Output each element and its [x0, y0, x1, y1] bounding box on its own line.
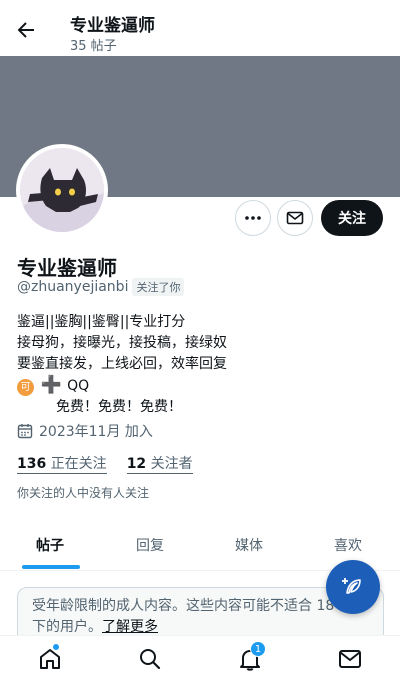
page-title: 专业鉴逼师: [70, 16, 155, 36]
mutual-followers-text: 你关注的人中没有人关注: [17, 486, 150, 500]
tab-media[interactable]: 媒体: [235, 535, 263, 555]
post-count: 35 帖子: [70, 39, 117, 54]
envelope-icon: [286, 211, 304, 225]
active-tab-indicator: [22, 565, 80, 569]
profile-handle: @zhuanyejianbi: [17, 279, 129, 295]
bio-line: 免费！免费！免费！: [56, 399, 182, 415]
avatar[interactable]: [16, 144, 108, 236]
learn-more-link[interactable]: 了解更多: [102, 619, 158, 635]
contact-text: QQ: [67, 378, 90, 394]
follow-stats: 136 正在关注 12 关注者: [17, 453, 193, 474]
feather-plus-icon: [342, 578, 361, 594]
bio-line: 要鉴直接发，上线必回，效率回复: [17, 356, 227, 372]
more-dots-icon: [245, 216, 261, 220]
messages-envelope-icon[interactable]: [337, 646, 363, 672]
tab-replies[interactable]: 回复: [136, 535, 164, 555]
coin-emoji-icon: 可: [17, 379, 34, 396]
home-unread-dot: [53, 644, 59, 650]
notification-badge: 1: [250, 641, 266, 657]
back-arrow-icon[interactable]: [14, 18, 38, 42]
followers-count: 12: [126, 456, 147, 472]
tab-posts[interactable]: 帖子: [36, 535, 64, 555]
profile-name: 专业鉴逼师: [17, 256, 117, 280]
bottom-nav: 1: [0, 635, 400, 680]
profile-bio: 鉴逼||鉴胸||鉴臀||专业打分 接母狗，接曝光，接投稿，接绿奴 要鉴直接发，上…: [17, 312, 387, 418]
plus-emoji-icon: ➕: [40, 375, 62, 395]
join-date-text: 2023年11月 加入: [39, 424, 153, 440]
handle-row: @zhuanyejianbi 关注了你: [17, 278, 185, 296]
home-icon[interactable]: [37, 646, 63, 672]
follow-button[interactable]: 关注: [321, 200, 383, 236]
following-link[interactable]: 136 正在关注: [17, 453, 107, 474]
tab-likes[interactable]: 喜欢: [334, 535, 362, 555]
following-label: 正在关注: [50, 456, 107, 472]
top-bar: 专业鉴逼师 35 帖子: [0, 0, 400, 56]
followers-link[interactable]: 12 关注者: [126, 453, 193, 474]
bio-contact-line: 可 ➕ QQ: [17, 375, 387, 397]
follows-you-badge: 关注了你: [132, 278, 185, 296]
bio-line: 鉴逼||鉴胸||鉴臀||专业打分: [17, 314, 186, 330]
followers-label: 关注者: [150, 456, 193, 472]
more-options-button[interactable]: [235, 200, 271, 236]
notice-text: 受年龄限制的成人内容。这些内容可能不适合 18 岁以下的用户。: [32, 598, 367, 635]
bio-line: 接母狗，接曝光，接投稿，接绿奴: [17, 335, 227, 351]
join-date: 2023年11月 加入: [17, 421, 153, 441]
compose-button[interactable]: [326, 560, 380, 614]
calendar-icon: [17, 424, 33, 439]
following-count: 136: [17, 456, 47, 472]
search-icon[interactable]: [137, 646, 163, 672]
message-button[interactable]: [277, 200, 313, 236]
